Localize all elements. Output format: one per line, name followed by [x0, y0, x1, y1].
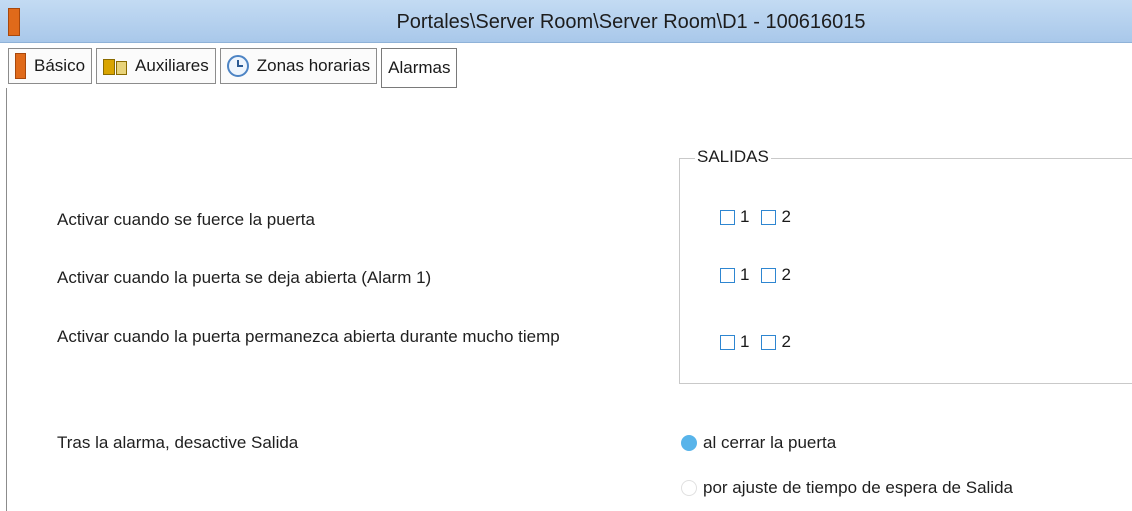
- door-left-open-outputs: 1 2: [720, 265, 803, 285]
- close-door-radio[interactable]: al cerrar la puerta: [681, 433, 836, 453]
- tab-basico[interactable]: Básico: [8, 48, 93, 84]
- checkbox-box[interactable]: [720, 334, 735, 350]
- tab-alarmas[interactable]: Alarmas: [381, 48, 458, 88]
- tab-zonas-horarias[interactable]: Zonas horarias: [219, 48, 378, 84]
- tab-label: Alarmas: [388, 58, 451, 77]
- checkbox-label: 2: [781, 265, 791, 284]
- auxiliary-icon: [103, 57, 128, 75]
- outputs-legend: SALIDAS: [695, 147, 771, 167]
- panel-border: [6, 88, 7, 511]
- door-held-open-label: Activar cuando la puerta permanezca abie…: [57, 327, 560, 346]
- window-title: Portales\Server Room\Server Room\D1 - 10…: [396, 11, 866, 33]
- tab-strip: Básico Auxiliares Zonas horarias Alarmas: [8, 48, 461, 88]
- after-alarm-label: Tras la alarma, desactive Salida: [57, 433, 299, 452]
- clock-icon: [226, 55, 249, 77]
- checkbox-box[interactable]: [761, 267, 777, 283]
- checkbox-box[interactable]: [761, 334, 777, 350]
- forced-door-output-1-checkbox[interactable]: 1: [720, 207, 749, 227]
- tab-label: Auxiliares: [135, 56, 209, 75]
- door-held-open-output-1-checkbox[interactable]: 1: [720, 332, 749, 352]
- title-bar: Portales\Server Room\Server Room\D1 - 10…: [0, 0, 1132, 43]
- checkbox-label: 1: [740, 207, 750, 226]
- checkbox-label: 2: [781, 207, 791, 226]
- door-left-open-output-2-checkbox[interactable]: 2: [761, 265, 791, 285]
- checkbox-box[interactable]: [761, 209, 777, 225]
- forced-door-output-2-checkbox[interactable]: 2: [761, 207, 791, 227]
- forced-door-outputs: 1 2: [720, 207, 803, 227]
- radio-label: al cerrar la puerta: [703, 433, 837, 452]
- door-held-open-output-2-checkbox[interactable]: 2: [761, 332, 791, 352]
- timeout-radio[interactable]: por ajuste de tiempo de espera de Salida: [681, 478, 1013, 498]
- tab-label: Zonas horarias: [256, 56, 371, 75]
- door-left-open-label: Activar cuando la puerta se deja abierta…: [57, 268, 432, 287]
- checkbox-label: 2: [781, 332, 791, 351]
- radio-label: por ajuste de tiempo de espera de Salida: [703, 478, 1013, 497]
- tab-auxiliares[interactable]: Auxiliares: [96, 48, 216, 84]
- checkbox-label: 1: [740, 265, 750, 284]
- door-left-open-output-1-checkbox[interactable]: 1: [720, 265, 749, 285]
- checkbox-label: 1: [740, 332, 750, 351]
- checkbox-box[interactable]: [720, 209, 735, 225]
- door-icon: [15, 53, 26, 79]
- checkbox-box[interactable]: [720, 267, 735, 283]
- door-held-open-outputs: 1 2: [720, 332, 803, 352]
- radio-selected[interactable]: [681, 435, 697, 451]
- radio-unselected[interactable]: [681, 480, 697, 496]
- tab-label: Básico: [34, 56, 86, 75]
- forced-door-label: Activar cuando se fuerce la puerta: [57, 210, 315, 229]
